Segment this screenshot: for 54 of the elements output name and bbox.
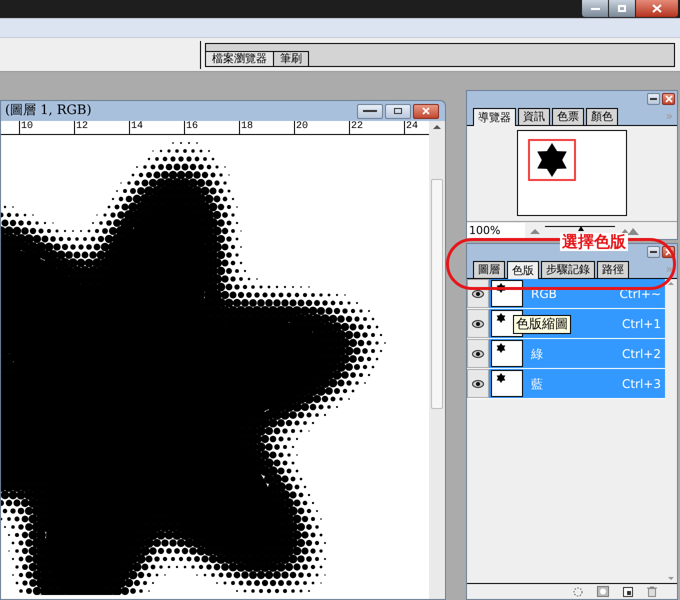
eye-icon [472,350,484,358]
channel-name: 綠 [531,346,543,362]
zoom-out-icon[interactable] [529,226,541,234]
visibility-toggle[interactable] [467,279,489,308]
close-button[interactable] [636,0,678,17]
ruler-label: 20 [294,121,349,134]
visibility-toggle[interactable] [467,339,489,368]
zoom-field[interactable]: 100% [467,222,525,238]
panel-tab[interactable]: 導覽器 [473,108,516,126]
new-channel-icon[interactable] [623,586,633,596]
panel-tab[interactable]: 顏色 [586,108,618,125]
restore-button[interactable] [385,104,411,118]
visibility-toggle[interactable] [467,309,489,338]
panel-tab[interactable]: 圖層 [473,261,505,278]
channel-shortcut: Ctrl+1 [622,316,661,332]
ruler-label: 16 [184,121,239,134]
mask-icon[interactable] [597,586,609,597]
tooltip: 色版縮圖 [513,315,571,334]
star-icon [535,143,569,177]
eye-icon [472,380,484,388]
palette-well-tab[interactable]: 筆刷 [274,50,309,66]
close-icon [652,4,662,13]
palette-well-tab[interactable]: 檔案瀏覽器 [206,50,274,66]
vertical-scrollbar[interactable] [429,121,445,599]
channel-name: 藍 [531,376,543,392]
minimize-button[interactable] [647,93,660,105]
panel-tab[interactable]: 色票 [552,108,584,125]
panel-tab[interactable]: 路徑 [597,261,629,278]
eye-icon [472,320,484,328]
panel-tab[interactable]: 色版 [507,261,539,279]
trash-icon[interactable] [647,586,657,597]
minimize-button[interactable] [357,104,383,118]
close-icon [422,107,430,115]
close-button[interactable] [413,104,439,118]
minimize-button[interactable] [647,246,660,258]
scroll-thumb[interactable] [431,179,443,409]
channel-shortcut: Ctrl+2 [622,346,661,362]
ruler-label: 18 [239,121,294,134]
close-icon [664,248,672,256]
document-title: (圖層 1, RGB) [5,102,92,120]
ruler-label: 14 [129,121,184,134]
ruler-label: 12 [74,121,129,134]
panel-tab[interactable]: 步驟記錄 [541,261,595,278]
visibility-toggle[interactable] [467,369,489,398]
eye-icon [472,290,484,298]
panel-tab[interactable]: 資訊 [518,108,550,125]
ruler-label: 10 [19,121,74,134]
scroll-up-icon[interactable] [433,125,441,129]
ruler-label: 22 [349,121,404,134]
channel-shortcut: Ctrl+3 [622,376,661,392]
dotted-circle-icon[interactable] [573,586,583,596]
annotation-label: 選擇色版 [560,233,628,251]
close-button[interactable] [662,93,675,105]
close-icon [664,95,672,103]
